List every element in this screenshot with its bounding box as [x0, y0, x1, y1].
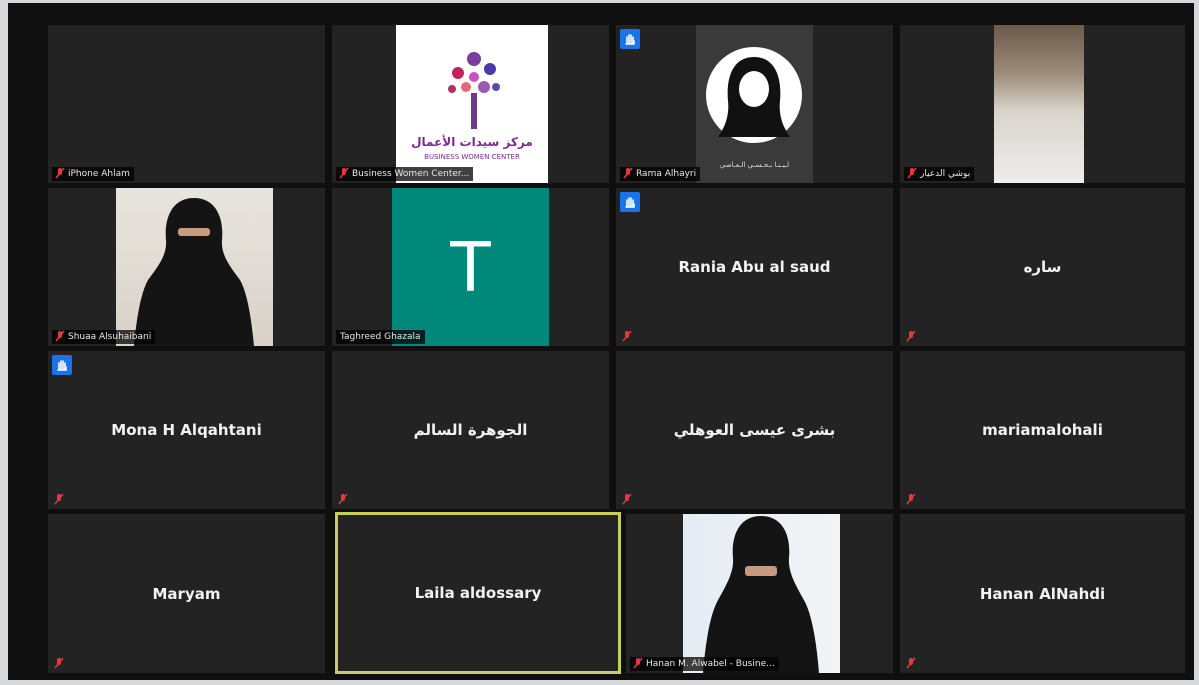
participant-name: Mona H Alqahtani [111, 421, 262, 439]
mic-muted-icon [633, 657, 643, 669]
participant-tile[interactable]: لـيـنـا بـحـسـي الـعـاصي Rama Alhayri [616, 25, 893, 183]
logo-subtext: BUSINESS WOMEN CENTER [424, 153, 520, 161]
avatar-letter: T [448, 227, 493, 307]
mic-muted-icon [338, 493, 348, 505]
name-label: Hanan M. Alwabel - Busine... [630, 657, 779, 671]
profile-avatar-icon [706, 47, 802, 143]
avatar-caption: لـيـنـا بـحـسـي الـعـاصي [719, 161, 790, 169]
participant-name: بشرى عيسى العوهلي [673, 421, 836, 439]
mic-muted-icon [622, 493, 632, 505]
participant-tile[interactable]: مركز سيدات الأعمال BUSINESS WOMEN CENTER… [332, 25, 609, 183]
person-silhouette-icon [134, 198, 254, 346]
participant-tile[interactable]: Mona H Alqahtani [48, 351, 325, 509]
participant-tile[interactable]: T Taghreed Ghazala [332, 188, 609, 346]
mic-muted-icon [339, 167, 349, 179]
active-speaker-tile[interactable]: Laila aldossary [335, 512, 621, 674]
mic-muted-icon [906, 657, 916, 669]
participant-name: بوشي الدعيار [920, 169, 971, 179]
mic-muted-icon [55, 330, 65, 342]
participant-tile[interactable]: iPhone Ahlam [48, 25, 325, 183]
participant-tile[interactable]: Shuaa Alsuhaibani [48, 188, 325, 346]
participant-tile[interactable]: mariamalohali [900, 351, 1185, 509]
tree-logo-icon [448, 52, 500, 129]
gallery-grid: iPhone Ahlam مركز سيدات الأعمال BUSINESS… [48, 25, 1185, 674]
participant-name: Shuaa Alsuhaibani [68, 332, 152, 342]
participant-name: Rania Abu al saud [678, 258, 831, 276]
mic-muted-icon [55, 167, 65, 179]
mic-muted-icon [906, 493, 916, 505]
name-label: Shuaa Alsuhaibani [52, 330, 156, 344]
name-label: Rama Alhayri [620, 167, 701, 181]
name-label: iPhone Ahlam [52, 167, 134, 181]
participant-tile[interactable]: Hanan M. Alwabel - Busine... [626, 514, 893, 673]
room-video [994, 25, 1084, 183]
avatar-video: لـيـنـا بـحـسـي الـعـاصي [696, 25, 813, 183]
person-silhouette-icon [703, 516, 819, 673]
mic-muted-icon [623, 167, 633, 179]
participant-name: Rama Alhayri [636, 169, 697, 179]
mic-muted-icon [622, 330, 632, 342]
participant-name: Taghreed Ghazala [340, 332, 421, 342]
participant-name: Maryam [152, 584, 221, 603]
mic-muted-icon [54, 493, 64, 505]
participant-tile[interactable]: الجوهرة السالم [332, 351, 609, 509]
participant-name: mariamalohali [982, 421, 1103, 439]
participant-tile[interactable]: Hanan AlNahdi [900, 514, 1185, 673]
mic-muted-icon [906, 330, 916, 342]
name-label: بوشي الدعيار [904, 167, 975, 181]
zoom-gallery-window: iPhone Ahlam مركز سيدات الأعمال BUSINESS… [8, 3, 1194, 680]
name-label: Taghreed Ghazala [336, 330, 425, 344]
participant-name: Laila aldossary [414, 584, 542, 602]
participant-tile[interactable]: Maryam [48, 514, 325, 673]
logo-video: مركز سيدات الأعمال BUSINESS WOMEN CENTER [396, 25, 548, 183]
participant-tile[interactable]: ساره [900, 188, 1185, 346]
participant-name: Hanan M. Alwabel - Busine... [646, 659, 775, 669]
logo-text: مركز سيدات الأعمال [411, 135, 533, 149]
person-video [683, 514, 840, 673]
mic-muted-icon [54, 657, 64, 669]
participant-tile[interactable]: Rania Abu al saud [616, 188, 893, 346]
participant-tile[interactable]: بوشي الدعيار [900, 25, 1185, 183]
letter-avatar: T [392, 188, 549, 346]
participant-name: Business Women Center... [352, 169, 470, 179]
participant-name: الجوهرة السالم [413, 421, 528, 439]
participant-name: Hanan AlNahdi [979, 584, 1106, 603]
person-video [116, 188, 273, 346]
participant-name: ساره [1023, 258, 1062, 276]
raised-hand-icon [620, 29, 640, 49]
participant-name: iPhone Ahlam [68, 169, 130, 179]
mic-muted-icon [907, 167, 917, 179]
name-label: Business Women Center... [336, 167, 474, 181]
raised-hand-icon [52, 355, 72, 375]
participant-tile[interactable]: بشرى عيسى العوهلي [616, 351, 893, 509]
raised-hand-icon [620, 192, 640, 212]
